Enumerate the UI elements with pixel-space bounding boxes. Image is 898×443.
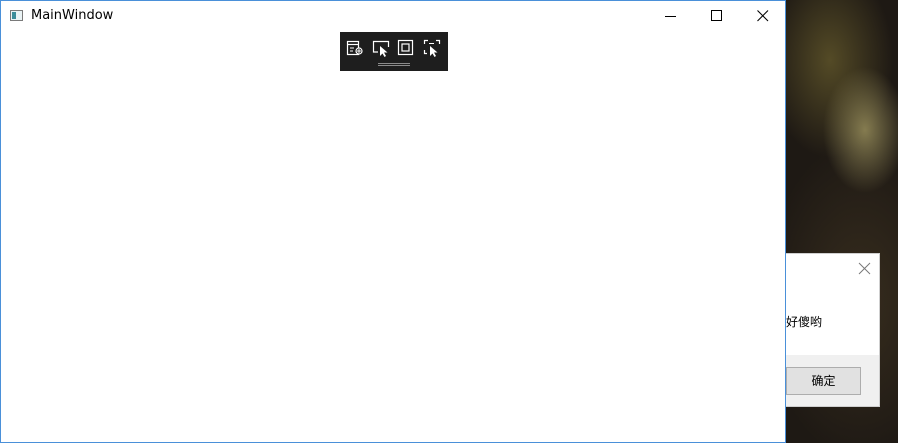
close-icon <box>858 262 871 275</box>
message-box-dialog: 好傻哟 确定 <box>786 253 880 407</box>
main-window: MainWindow <box>0 0 786 443</box>
close-icon <box>757 10 769 22</box>
ok-button[interactable]: 确定 <box>786 367 861 395</box>
dialog-close-button[interactable] <box>858 261 874 277</box>
select-element-icon <box>372 40 390 57</box>
display-layout-adorners-button[interactable] <box>395 38 417 58</box>
minimize-button[interactable] <box>648 1 694 31</box>
track-focused-element-button[interactable] <box>421 38 443 58</box>
xaml-debug-toolbar <box>340 32 448 71</box>
maximize-button[interactable] <box>694 1 740 31</box>
app-window-icon <box>10 10 23 21</box>
toolbar-drag-handle[interactable] <box>378 63 410 66</box>
live-visual-tree-icon <box>346 40 363 56</box>
select-element-button[interactable] <box>370 38 392 58</box>
close-button[interactable] <box>740 1 786 31</box>
dialog-message: 好傻哟 <box>786 315 823 329</box>
maximize-icon <box>711 10 722 21</box>
minimize-icon <box>665 16 676 17</box>
track-focused-element-icon <box>423 39 441 57</box>
title-bar[interactable]: MainWindow <box>1 1 785 31</box>
dialog-footer: 确定 <box>786 355 879 406</box>
window-title: MainWindow <box>31 8 114 23</box>
live-visual-tree-button[interactable] <box>344 38 366 58</box>
display-layout-adorners-icon <box>397 39 414 56</box>
